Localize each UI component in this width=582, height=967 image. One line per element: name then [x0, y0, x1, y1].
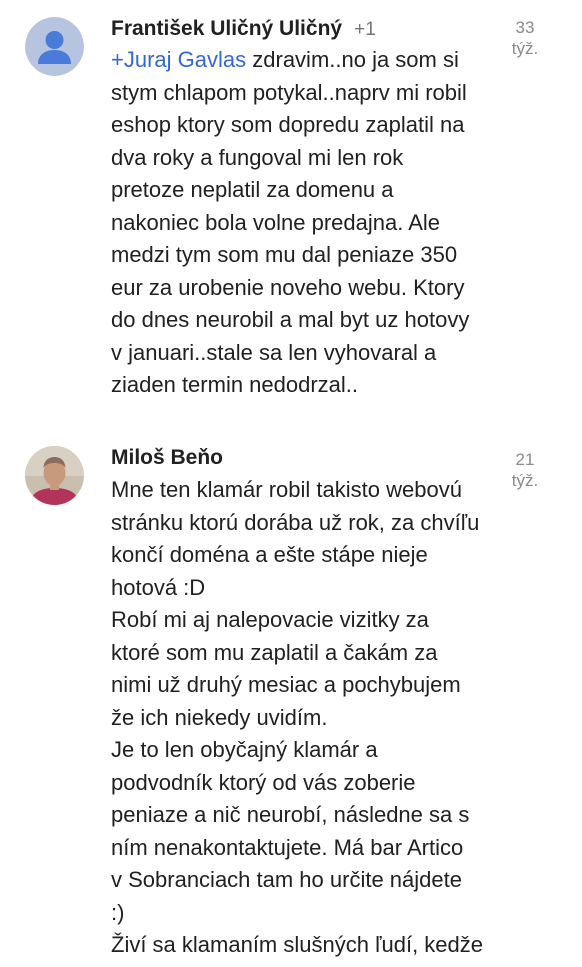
author-name[interactable]: Miloš Beňo: [111, 446, 223, 470]
comment-body: +Juraj Gavlas zdravim..no ja som si stym…: [111, 44, 511, 402]
comment-header: František Uličný Uličný +1: [111, 17, 376, 47]
comment-line: že ich niekedy uvidím.: [111, 704, 328, 730]
comment-line: stym chlapom potykal..naprv mi robil: [111, 79, 467, 105]
comment-1: František Uličný Uličný +1 33 týž. +Jura…: [0, 0, 582, 420]
comment-line: medzi tym som mu dal peniaze 350: [111, 242, 458, 267]
time-value: 21: [515, 450, 535, 469]
time-unit: týž.: [511, 471, 539, 490]
comment-line: +Juraj Gavlas zdravim..no ja som si: [111, 47, 459, 72]
comment-header: Miloš Beňo: [111, 446, 223, 476]
time-value: 33: [515, 18, 535, 37]
comment-line: do dnes neurobil a mal byt uz hotovy: [111, 307, 470, 332]
comment-2: Miloš Beňo 21 týž. Mne ten klamár robil …: [0, 440, 582, 967]
comment-line: končí doména a ešte stápe nieje: [111, 542, 428, 567]
comment-timestamp: 33 týž.: [505, 17, 545, 59]
time-unit: týž.: [511, 39, 539, 58]
comment-line: Živí sa klamaním slušných ľudí, kedže: [111, 932, 484, 957]
comment-line: podvodník ktorý od vás zoberie: [111, 769, 416, 795]
comment-line: dva roky a fungoval mi len rok: [111, 144, 404, 170]
comment-line: nimi už druhý mesiac a pochybujem: [111, 672, 461, 697]
comment-line: ktoré som mu zaplatil a čakám za: [111, 639, 438, 665]
comment-line: Mne ten klamár robil takisto webovú: [111, 477, 462, 502]
comment-line: hotová :D: [111, 574, 206, 600]
comment-line: pretoze neplatil za domenu a: [111, 177, 394, 202]
comment-body: Mne ten klamár robil takisto webovú strá…: [111, 474, 511, 962]
comment-line: Robí mi aj nalepovacie vizitky za: [111, 607, 429, 632]
user-photo-avatar[interactable]: [25, 446, 84, 505]
comment-line: Je to len obyčajný klamár a: [111, 737, 378, 762]
comment-line: v januari..stale sa len vyhovaral a: [111, 339, 437, 365]
comment-line: eur za urobenie noveho webu. Ktory: [111, 274, 465, 300]
mention-link[interactable]: +Juraj Gavlas: [111, 47, 246, 72]
comment-line: eshop ktory som dopredu zaplatil na: [111, 112, 465, 137]
default-avatar-icon[interactable]: [25, 17, 84, 76]
comment-line: peniaze a nič neurobí, následne sa s: [111, 802, 470, 827]
comment-line: nakoniec bola volne predajna. Ale: [111, 209, 441, 235]
author-name[interactable]: František Uličný Uličný: [111, 17, 342, 41]
comment-timestamp: 21 týž.: [505, 449, 545, 491]
comment-line: ním nenakontaktujete. Má bar Artico: [111, 834, 464, 860]
comment-line: :): [111, 899, 125, 925]
plus-one-count[interactable]: +1: [354, 19, 376, 41]
comment-line: ziaden termin nedodrzal..: [111, 372, 359, 397]
comment-line: stránku ktorú dorába už rok, za chvíľu: [111, 509, 480, 535]
comment-line: v Sobranciach tam ho určite nájdete: [111, 867, 462, 892]
